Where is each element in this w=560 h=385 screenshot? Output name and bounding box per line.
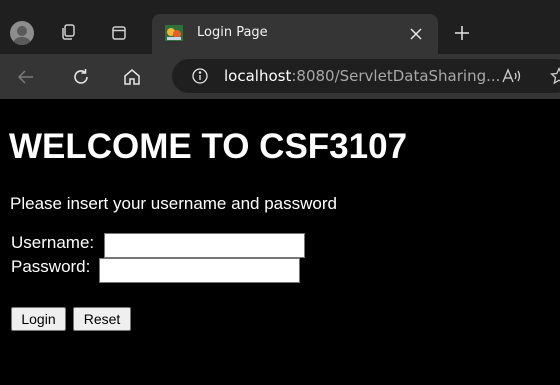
username-label: Username: [11,233,95,252]
password-input[interactable] [99,258,300,283]
home-icon[interactable] [120,66,144,88]
url-path: :8080/ServletDataSharing... [291,67,501,85]
login-button[interactable]: Login [11,307,66,331]
page-content: WELCOME TO CSF3107 Please insert your us… [0,99,560,385]
refresh-icon[interactable] [69,65,93,89]
browser-toolbar: localhost:8080/ServletDataSharing... [0,54,560,99]
url-host: localhost [224,67,292,85]
workspaces-icon[interactable] [58,21,80,43]
back-arrow-icon[interactable] [15,66,37,88]
instruction-text: Please insert your username and password [10,194,337,213]
read-aloud-icon[interactable] [501,67,523,85]
reset-button[interactable]: Reset [73,307,131,331]
tab-title: Login Page [197,25,268,40]
tab-actions-icon[interactable] [108,22,130,44]
favorites-star-icon[interactable] [550,67,560,85]
close-icon[interactable] [407,25,425,43]
username-input[interactable] [104,233,305,258]
password-label: Password: [11,257,91,276]
active-tab[interactable]: Login Page [152,14,438,54]
url-text[interactable]: localhost:8080/ServletDataSharing... [224,67,500,85]
info-icon[interactable] [191,67,209,85]
plus-icon[interactable] [451,22,473,44]
cartoon-favicon-icon [165,25,183,41]
browser-tab-bar: Login Page [0,0,560,54]
address-bar[interactable]: localhost:8080/ServletDataSharing... [172,59,560,93]
page-title: WELCOME TO CSF3107 [9,127,408,166]
profile-avatar-icon[interactable] [10,21,34,45]
